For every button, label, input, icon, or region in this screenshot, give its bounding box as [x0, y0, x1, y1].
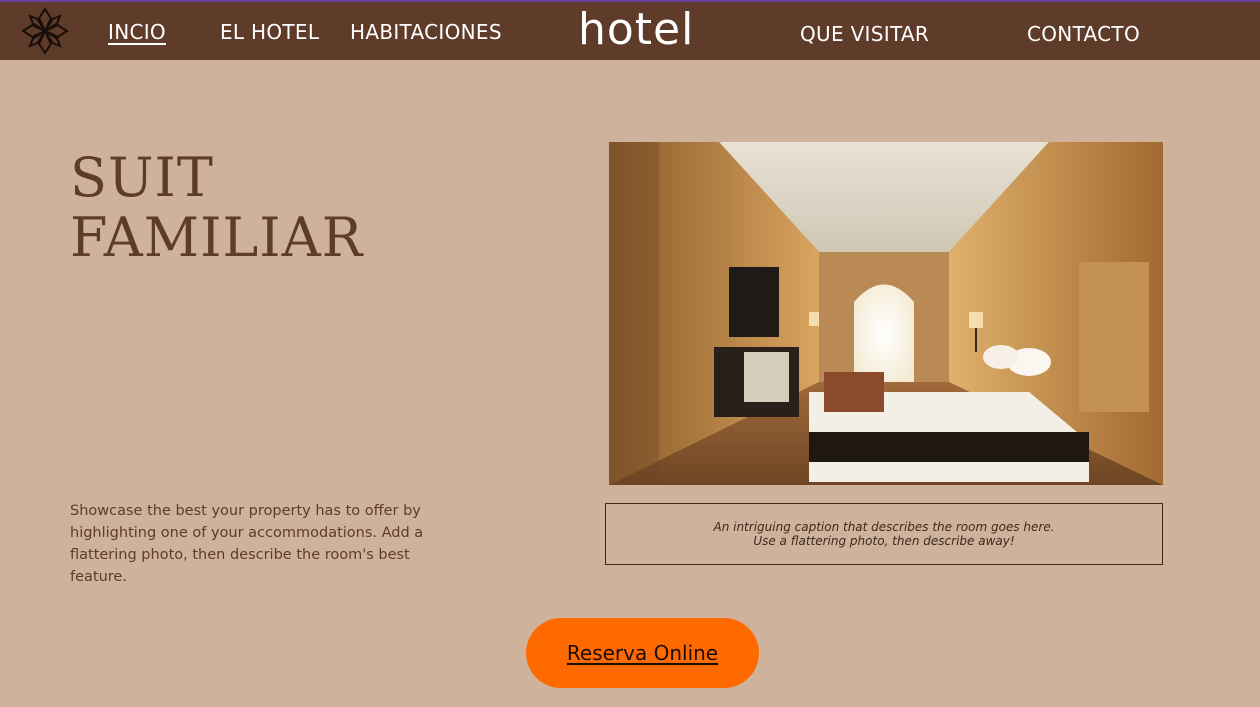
nav-link-inicio[interactable]: INCIO: [108, 20, 166, 44]
nav-link-el-hotel[interactable]: EL HOTEL: [220, 20, 319, 44]
photo-caption: An intriguing caption that describes the…: [605, 503, 1163, 565]
reserva-online-label: Reserva Online: [566, 641, 719, 665]
photo-caption-line-2: Use a flattering photo, then describe aw…: [753, 534, 1015, 548]
nav-link-habitaciones[interactable]: HABITACIONES: [350, 20, 502, 44]
page-title-line-2: FAMILIAR: [70, 206, 364, 269]
top-navbar: INCIO EL HOTEL HABITACIONES hotel QUE VI…: [0, 2, 1260, 60]
page-title-line-1: SUIT: [70, 146, 214, 209]
ornamental-flower-icon[interactable]: [20, 6, 70, 56]
nav-link-que-visitar[interactable]: QUE VISITAR: [800, 22, 929, 46]
reserva-online-button[interactable]: Reserva Online: [526, 618, 759, 688]
nav-link-contacto[interactable]: CONTACTO: [1027, 22, 1140, 46]
photo-caption-line-1: An intriguing caption that describes the…: [713, 520, 1055, 534]
page-title: SUIT FAMILIAR: [70, 148, 490, 268]
brand-wordmark[interactable]: hotel: [578, 4, 694, 55]
room-description: Showcase the best your property has to o…: [70, 503, 424, 585]
hotel-room-photo: [609, 142, 1163, 485]
